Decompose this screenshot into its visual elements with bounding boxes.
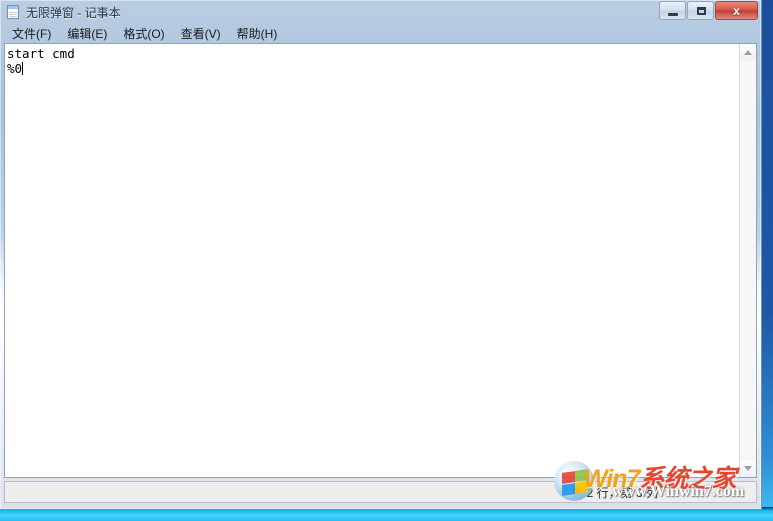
vertical-scrollbar[interactable] [739,44,756,477]
scrollbar-track[interactable] [740,61,756,460]
notepad-icon [5,4,21,20]
text-caret [22,62,24,75]
maximize-icon [697,7,706,15]
editor-line-2: %0 [7,61,23,76]
caret-position-label: 第 2 行，第 3 列 [571,485,658,500]
scroll-up-button[interactable] [740,44,756,61]
scroll-down-button[interactable] [740,460,756,477]
chevron-up-icon [744,50,752,55]
close-button[interactable]: x [715,1,758,20]
minimize-icon [668,13,678,16]
status-bar: 第 2 行，第 3 列 [4,481,757,503]
title-bar[interactable]: 无限弹窗 - 记事本 x [0,0,761,24]
maximize-button[interactable] [687,1,714,20]
menu-item-file[interactable]: 文件(F) [4,24,59,44]
minimize-button[interactable] [659,1,686,20]
chevron-down-icon [744,466,752,471]
editor-line-1: start cmd [7,46,75,61]
menu-item-view[interactable]: 查看(V) [173,24,229,44]
editor-content: start cmd %0 [7,46,75,76]
menu-item-help[interactable]: 帮助(H) [229,24,286,44]
notepad-window: 无限弹窗 - 记事本 x 文件(F) 编辑(E) 格式(O) 查看(V) 帮助(… [0,0,762,510]
window-controls: x [659,1,758,20]
menu-bar: 文件(F) 编辑(E) 格式(O) 查看(V) 帮助(H) [0,24,761,43]
text-editor[interactable]: start cmd %0 [5,44,739,477]
window-title: 无限弹窗 - 记事本 [26,5,121,20]
menu-item-edit[interactable]: 编辑(E) [59,24,115,44]
close-icon: x [733,4,740,18]
menu-item-format[interactable]: 格式(O) [115,24,172,44]
editor-frame: start cmd %0 [4,43,757,478]
